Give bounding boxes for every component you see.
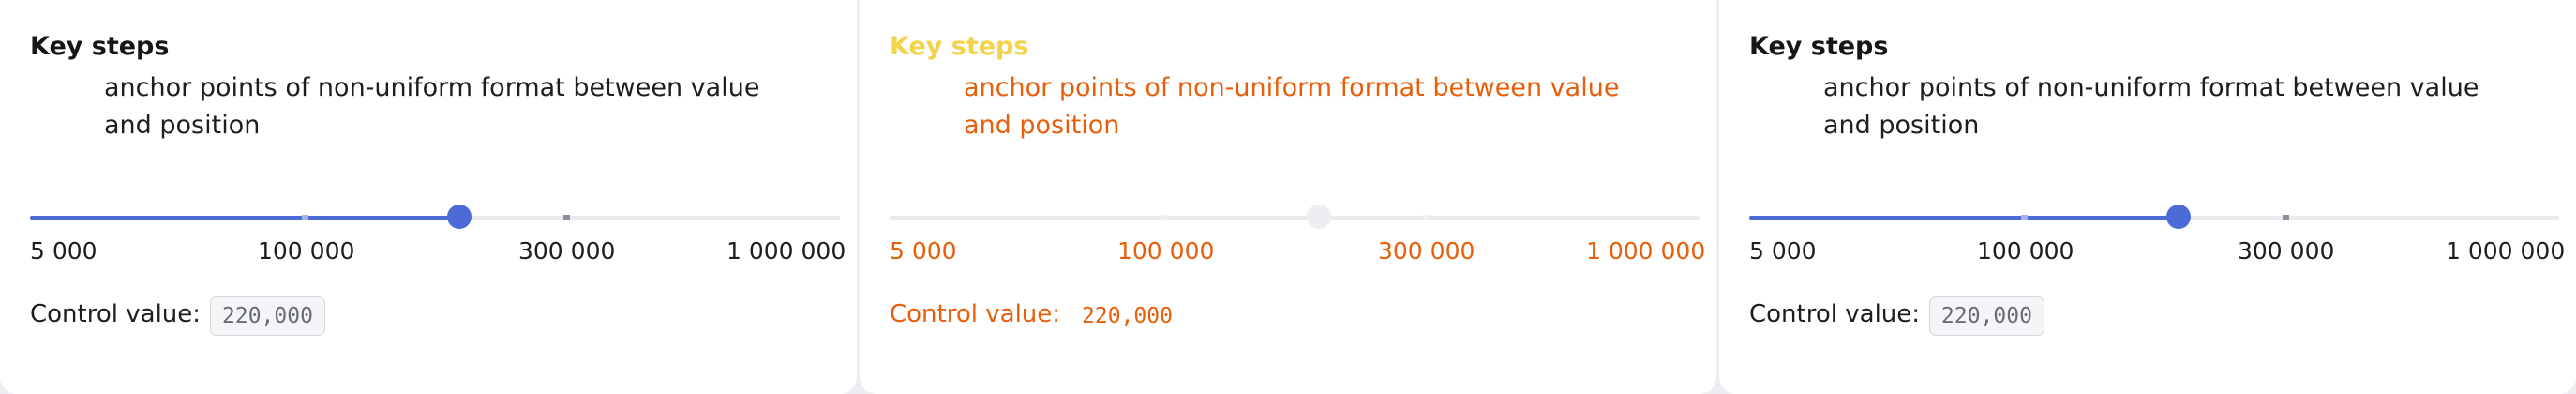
- slider-panel-overlay: Key steps anchor points of non-uniform f…: [860, 0, 1716, 394]
- step-mark: [563, 215, 570, 220]
- tick-label: 1 000 000: [2446, 237, 2566, 265]
- slider-panel: Key steps anchor points of non-uniform f…: [1719, 0, 2576, 394]
- slider-thumb[interactable]: [2166, 205, 2191, 229]
- tick-label: 100 000: [1117, 237, 1215, 265]
- step-mark: [1423, 215, 1430, 220]
- step-mark: [2283, 215, 2289, 220]
- tick-label: 1 000 000: [1586, 237, 1706, 265]
- control-value-label: Control value:: [30, 300, 202, 328]
- slider-thumb[interactable]: [1307, 205, 1331, 229]
- tick-label: 300 000: [518, 237, 616, 265]
- tick-label: 100 000: [258, 237, 355, 265]
- tick-label: 5 000: [30, 237, 97, 265]
- slider-thumb[interactable]: [447, 205, 472, 229]
- step-mark: [302, 215, 308, 220]
- control-value-field: 220,000: [210, 296, 325, 336]
- panel-description: anchor points of non-uniform format betw…: [104, 73, 760, 140]
- step-mark: [2021, 215, 2028, 220]
- control-value-field: 220,000: [1929, 296, 2044, 336]
- tick-label: 300 000: [2238, 237, 2335, 265]
- tick-label: 1 000 000: [726, 237, 846, 265]
- panel-description: anchor points of non-uniform format betw…: [1823, 73, 2479, 140]
- slider-panel: Key steps anchor points of non-uniform f…: [0, 0, 857, 394]
- tick-label: 5 000: [1749, 237, 1817, 265]
- slider-fill: [1749, 216, 2179, 220]
- tick-label: 100 000: [1977, 237, 2074, 265]
- tick-label: 5 000: [890, 237, 957, 265]
- slider-fill: [30, 216, 459, 220]
- control-value-field: 220,000: [1082, 304, 1173, 328]
- tick-label: 300 000: [1378, 237, 1475, 265]
- panel-title: Key steps: [30, 32, 170, 61]
- panel-title: Key steps: [890, 32, 1029, 61]
- panel-title: Key steps: [1749, 32, 1889, 61]
- slider-fill: [890, 216, 1319, 220]
- panel-description: anchor points of non-uniform format betw…: [964, 73, 1620, 140]
- control-value-label: Control value:: [890, 300, 1061, 328]
- step-mark: [1161, 215, 1168, 220]
- control-value-label: Control value:: [1749, 300, 1921, 328]
